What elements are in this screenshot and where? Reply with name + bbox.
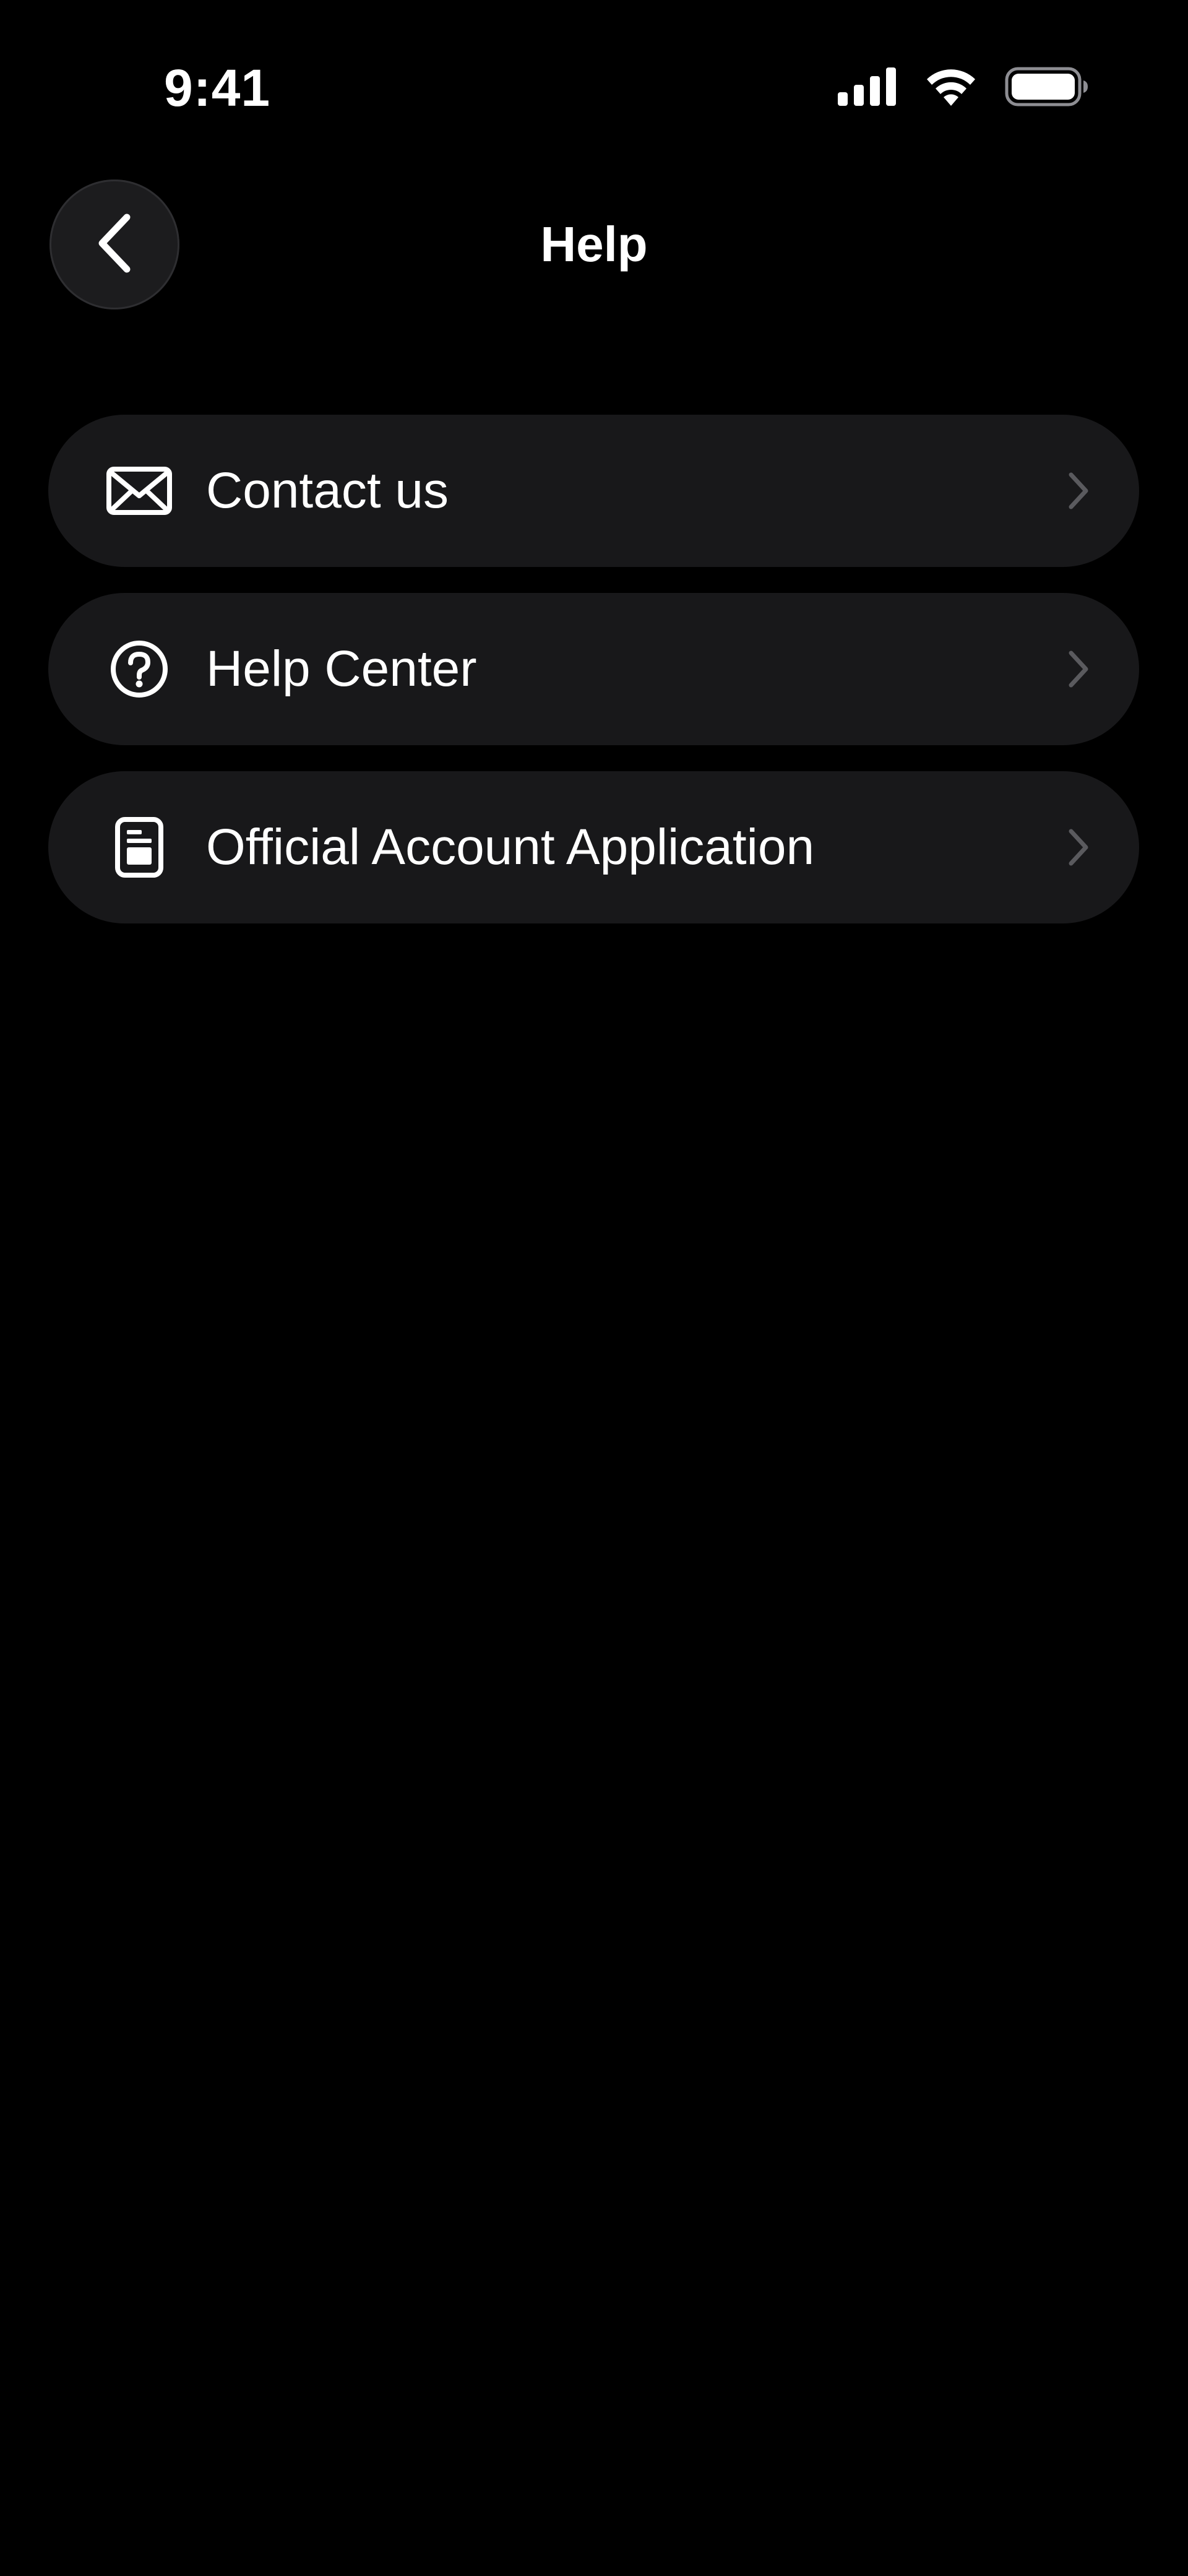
question-circle-icon [105,635,173,703]
menu-item-label: Contact us [206,462,449,519]
menu-item-contact-us[interactable]: Contact us [48,415,1139,567]
status-time: 9:41 [164,59,271,117]
menu-item-help-center[interactable]: Help Center [48,593,1139,745]
document-icon [105,813,173,881]
navigation-bar: Help [0,173,1188,322]
chevron-right-icon [1066,826,1091,869]
menu-item-label: Official Account Application [206,819,815,875]
battery-icon [1005,67,1089,106]
chevron-right-icon [1066,647,1091,691]
envelope-icon [105,457,173,525]
wifi-icon [924,67,978,106]
cellular-signal-icon [838,67,897,106]
status-bar: 9:41 [0,0,1188,173]
status-icons [838,67,1089,106]
menu-item-official-account-application[interactable]: Official Account Application [48,771,1139,923]
chevron-right-icon [1066,469,1091,512]
help-menu-list: Contact us Help Center Official Account … [48,415,1139,923]
menu-item-label: Help Center [206,641,477,697]
page-title: Help [540,217,648,272]
